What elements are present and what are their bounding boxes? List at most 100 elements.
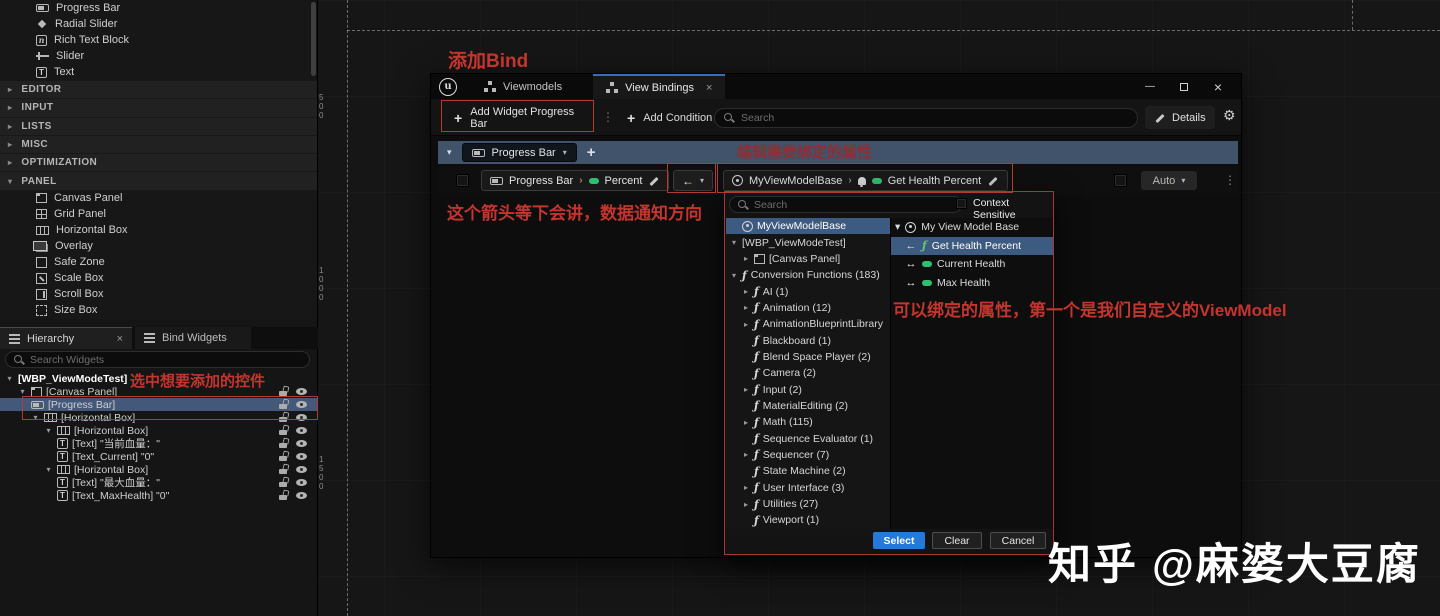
picker-property-row[interactable]: ↔Current Health	[891, 255, 1053, 274]
hierarchy-row[interactable]: [Text_MaxHealth] "0"	[0, 489, 318, 502]
group-widget-dropdown[interactable]: Progress Bar ▾	[462, 143, 577, 162]
picker-tree-row[interactable]: ▸ƒMath (115)	[726, 414, 890, 430]
picker-tree-row[interactable]: ƒSequence Evaluator (1)	[726, 430, 890, 446]
palette-item[interactable]: Radial Slider	[0, 16, 310, 32]
lock-icon[interactable]	[279, 404, 287, 409]
binding-secondary-checkbox[interactable]	[1114, 174, 1127, 187]
eye-icon[interactable]	[296, 479, 307, 486]
add-condition-button[interactable]: + Add Condition	[617, 104, 722, 131]
picker-tree-row[interactable]: ƒMaterialEditing (2)	[726, 398, 890, 414]
hierarchy-row[interactable]: ▾[Horizontal Box]	[0, 411, 318, 424]
eye-icon[interactable]	[296, 453, 307, 460]
palette-category[interactable]: ▸MISC	[0, 135, 317, 153]
expander-open-icon[interactable]: ▾	[31, 413, 40, 422]
picker-tree-row[interactable]: ƒCamera (2)	[726, 365, 890, 381]
palette-category[interactable]: ▸LISTS	[0, 117, 317, 135]
binding-target-field[interactable]: MyViewModelBase › Get Health Percent	[723, 170, 1008, 191]
picker-property-row[interactable]: ↔Max Health	[891, 274, 1053, 293]
picker-property-row[interactable]: ←ƒGet Health Percent	[891, 237, 1053, 256]
lock-icon[interactable]	[279, 482, 287, 487]
picker-search-input[interactable]	[754, 199, 954, 211]
hierarchy-row[interactable]: [Text] "最大血量："	[0, 476, 318, 489]
hierarchy-row[interactable]: [Progress Bar]	[0, 398, 318, 411]
pencil-icon[interactable]	[648, 175, 660, 187]
expander-open-icon[interactable]: ▾	[44, 426, 53, 435]
picker-tree-row[interactable]: ▾ƒConversion Functions (183)	[726, 267, 890, 283]
add-widget-button[interactable]: + Add Widget Progress Bar	[444, 104, 594, 131]
expander-closed-icon[interactable]: ▸	[8, 158, 12, 167]
select-button[interactable]: Select	[873, 532, 925, 549]
picker-tree-row[interactable]: ▸[Canvas Panel]	[726, 251, 890, 267]
picker-tree-row[interactable]: ▸ƒAnimation (12)	[726, 300, 890, 316]
more-options-icon[interactable]: ⋮	[602, 110, 614, 124]
eye-icon[interactable]	[296, 401, 307, 408]
expander-open-icon[interactable]: ▾	[8, 177, 12, 186]
expander-open-icon[interactable]: ▾	[44, 465, 53, 474]
palette-item[interactable]: Progress Bar	[0, 0, 310, 16]
expander-closed-icon[interactable]: ▸	[742, 450, 750, 459]
lock-icon[interactable]	[279, 430, 287, 435]
palette-category[interactable]: ▾PANEL	[0, 171, 317, 189]
lock-icon[interactable]	[279, 417, 287, 422]
hierarchy-row[interactable]: [Text_Current] "0"	[0, 450, 318, 463]
context-sensitive-checkbox[interactable]	[956, 198, 967, 209]
bindings-search[interactable]	[714, 108, 1138, 128]
update-mode-dropdown[interactable]: Auto ▾	[1141, 171, 1197, 190]
clear-button[interactable]: Clear	[932, 532, 982, 549]
expander-closed-icon[interactable]: ▸	[8, 122, 12, 131]
expander-closed-icon[interactable]: ▸	[8, 140, 12, 149]
palette-item[interactable]: Size Box	[0, 302, 317, 318]
minimize-button[interactable]: —	[1133, 74, 1167, 99]
palette-item[interactable]: Grid Panel	[0, 206, 317, 222]
group-add-button[interactable]: +	[587, 144, 596, 161]
eye-icon[interactable]	[296, 414, 307, 421]
palette-category[interactable]: ▸EDITOR	[0, 80, 317, 98]
palette-item[interactable]: Safe Zone	[0, 254, 317, 270]
maximize-button[interactable]	[1167, 74, 1201, 99]
expander-closed-icon[interactable]: ▸	[742, 483, 750, 492]
palette-category[interactable]: ▸INPUT	[0, 98, 317, 116]
hierarchy-row[interactable]: [Text] "当前血量："	[0, 437, 318, 450]
expander-open-icon[interactable]: ▾	[18, 387, 27, 396]
expander-icon[interactable]: ▾	[447, 147, 452, 158]
palette-item[interactable]: Rich Text Block	[0, 32, 310, 48]
lock-icon[interactable]	[279, 495, 287, 500]
close-button[interactable]: ×	[1201, 74, 1235, 99]
cancel-button[interactable]: Cancel	[990, 532, 1046, 549]
palette-item[interactable]: Canvas Panel	[0, 190, 317, 206]
expander-closed-icon[interactable]: ▸	[742, 303, 750, 312]
picker-tree-row[interactable]: ƒViewport (1)	[726, 512, 890, 528]
expander-closed-icon[interactable]: ▸	[8, 103, 12, 112]
picker-tree-row[interactable]: ▸ƒUser Interface (3)	[726, 480, 890, 496]
lock-icon[interactable]	[279, 456, 287, 461]
tab-view-bindings[interactable]: View Bindings ×	[593, 74, 725, 99]
eye-icon[interactable]	[296, 388, 307, 395]
lock-icon[interactable]	[279, 391, 287, 396]
eye-icon[interactable]	[296, 466, 307, 473]
picker-tree-row[interactable]: MyViewModelBase	[726, 218, 890, 234]
hierarchy-search[interactable]	[5, 351, 310, 368]
palette-item[interactable]: Scale Box	[0, 270, 317, 286]
picker-tree-row[interactable]: ▸ƒAnimationBlueprintLibrary	[726, 316, 890, 332]
picker-tree-row[interactable]: ▸ƒAI (1)	[726, 283, 890, 299]
expander-open-icon[interactable]: ▾	[730, 238, 738, 247]
picker-tree-row[interactable]: ▸ƒInput (2)	[726, 381, 890, 397]
binding-enabled-checkbox[interactable]	[456, 174, 469, 187]
tab-viewmodels[interactable]: Viewmodels	[471, 74, 575, 99]
gear-icon[interactable]: ⚙	[1223, 108, 1236, 122]
picker-tree-row[interactable]: ƒBlend Space Player (2)	[726, 349, 890, 365]
row-options-icon[interactable]: ⋮	[1224, 173, 1236, 187]
lock-icon[interactable]	[279, 443, 287, 448]
palette-item[interactable]: Slider	[0, 48, 310, 64]
expander-closed-icon[interactable]: ▸	[8, 85, 12, 94]
lock-icon[interactable]	[279, 469, 287, 474]
palette-item[interactable]: Overlay	[0, 238, 317, 254]
expander-closed-icon[interactable]: ▸	[742, 385, 750, 394]
tab-bind-widgets[interactable]: Bind Widgets	[135, 327, 251, 349]
picker-search[interactable]	[729, 196, 962, 213]
expander-closed-icon[interactable]: ▸	[742, 500, 750, 509]
pencil-icon[interactable]	[987, 175, 999, 187]
palette-scrollbar[interactable]	[311, 2, 316, 76]
window-titlebar[interactable]: Viewmodels View Bindings × — ×	[431, 74, 1241, 99]
binding-direction-button[interactable]: ← ▾	[673, 170, 713, 191]
